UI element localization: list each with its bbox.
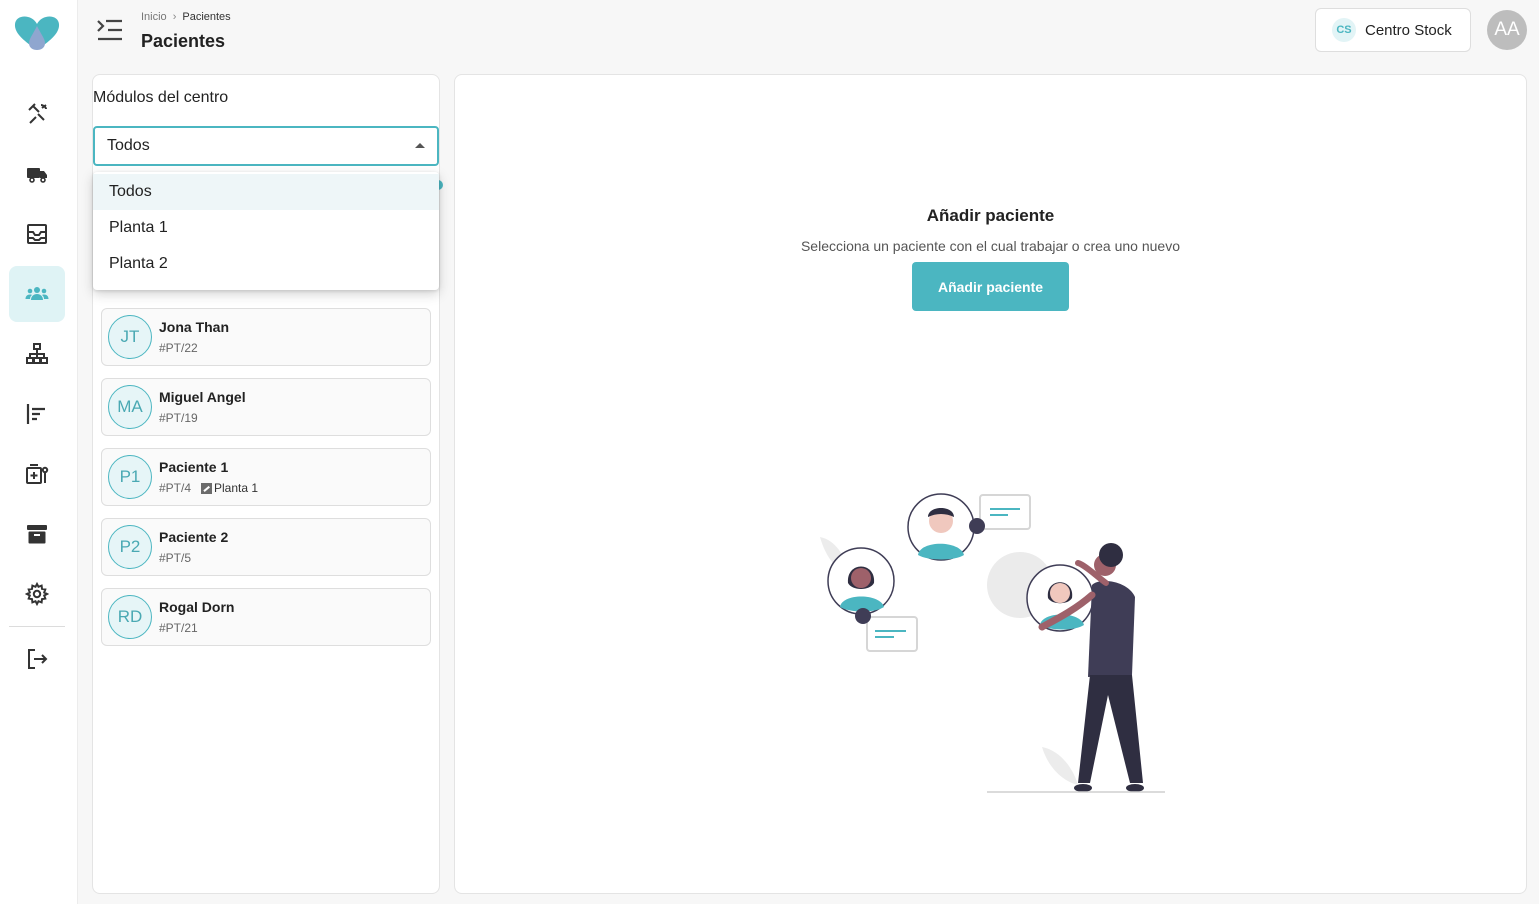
patient-code: #PT/4 <box>159 481 192 495</box>
tool-icon <box>28 103 47 124</box>
breadcrumb-home[interactable]: Inicio <box>141 11 167 23</box>
sidebar-item-patients[interactable] <box>9 266 65 322</box>
patient-card[interactable]: P2 Paciente 2 #PT/5 <box>101 518 431 576</box>
breadcrumb: Inicio › Pacientes <box>141 11 231 23</box>
patient-meta: #PT/5 <box>159 551 191 565</box>
chevron-right-icon: › <box>172 11 177 23</box>
medical-icon <box>26 464 49 484</box>
patient-meta: #PT/4 Planta 1 <box>159 481 258 495</box>
add-patient-button[interactable]: Añadir paciente <box>912 262 1069 311</box>
patient-code: #PT/22 <box>159 341 198 355</box>
inbox-icon <box>27 224 47 244</box>
dropdown-option-planta-1[interactable]: Planta 1 <box>93 210 439 246</box>
patient-avatar: P1 <box>108 455 152 499</box>
patient-card[interactable]: RD Rogal Dorn #PT/21 <box>101 588 431 646</box>
sidebar-item-reports[interactable] <box>9 386 65 442</box>
page-title: Pacientes <box>141 31 226 51</box>
edit-icon <box>201 482 213 494</box>
sidebar-item-settings[interactable] <box>9 566 65 622</box>
sidebar-item-shipments[interactable] <box>9 146 65 202</box>
sidebar-item-archive[interactable] <box>9 506 65 562</box>
sidebar-item-tools[interactable] <box>9 86 65 142</box>
sidebar-item-structure[interactable] <box>9 326 65 382</box>
patient-avatar: RD <box>108 595 152 639</box>
caret-up-icon <box>415 143 425 148</box>
sidebar-item-inventory[interactable] <box>9 206 65 262</box>
add-patient-title: Añadir paciente <box>926 206 1055 225</box>
align-left-icon <box>26 404 45 424</box>
sidebar-item-medical[interactable] <box>9 446 65 502</box>
patient-card[interactable]: MA Miguel Angel #PT/19 <box>101 378 431 436</box>
patient-card[interactable]: P1 Paciente 1 #PT/4 Planta 1 <box>101 448 431 506</box>
top-header: Inicio › Pacientes Pacientes CS Centro S… <box>78 0 1539 62</box>
patient-card[interactable]: JT Jona Than #PT/22 <box>101 308 431 366</box>
patient-meta: #PT/22 <box>159 341 198 355</box>
logout-icon <box>28 649 48 669</box>
modules-label: Módulos del centro <box>93 89 229 106</box>
center-label: Centro Stock <box>1365 21 1452 39</box>
sidebar-divider <box>9 626 65 627</box>
patient-plant: Planta 1 <box>201 481 258 495</box>
truck-icon <box>27 168 47 183</box>
patient-avatar: MA <box>108 385 152 429</box>
users-icon <box>25 287 49 300</box>
patient-name: Paciente 2 <box>159 529 229 545</box>
center-badge: CS <box>1332 18 1356 42</box>
patient-meta: #PT/21 <box>159 621 198 635</box>
dropdown-option-todos[interactable]: Todos <box>93 174 439 210</box>
add-patient-subtitle: Selecciona un paciente con el cual traba… <box>800 238 1181 254</box>
patient-name: Paciente 1 <box>159 459 229 475</box>
user-avatar[interactable]: AA <box>1487 10 1527 50</box>
archive-icon <box>27 525 47 544</box>
patient-avatar: JT <box>108 315 152 359</box>
patient-code: #PT/19 <box>159 411 198 425</box>
app-logo[interactable] <box>12 12 62 52</box>
patient-code: #PT/21 <box>159 621 198 635</box>
breadcrumb-current: Pacientes <box>182 11 231 23</box>
empty-state-illustration <box>820 493 1165 793</box>
patient-name: Rogal Dorn <box>159 599 235 615</box>
patient-code: #PT/5 <box>159 551 192 565</box>
patient-plant-label: Planta 1 <box>214 481 259 495</box>
center-selector-button[interactable]: CS Centro Stock <box>1315 8 1471 52</box>
patient-meta: #PT/19 <box>159 411 198 425</box>
modules-select-value: Todos <box>107 137 150 154</box>
menu-toggle-icon[interactable] <box>96 18 124 42</box>
patient-avatar: P2 <box>108 525 152 569</box>
dropdown-option-planta-2[interactable]: Planta 2 <box>93 246 439 282</box>
patient-name: Jona Than <box>159 319 230 335</box>
modules-select[interactable]: Todos <box>93 126 439 166</box>
sitemap-icon <box>26 343 48 364</box>
gear-icon <box>25 582 49 606</box>
sidebar <box>0 0 78 904</box>
sidebar-item-logout[interactable] <box>9 631 65 687</box>
modules-dropdown: Todos Planta 1 Planta 2 <box>93 172 439 290</box>
patient-name: Miguel Angel <box>159 389 246 405</box>
